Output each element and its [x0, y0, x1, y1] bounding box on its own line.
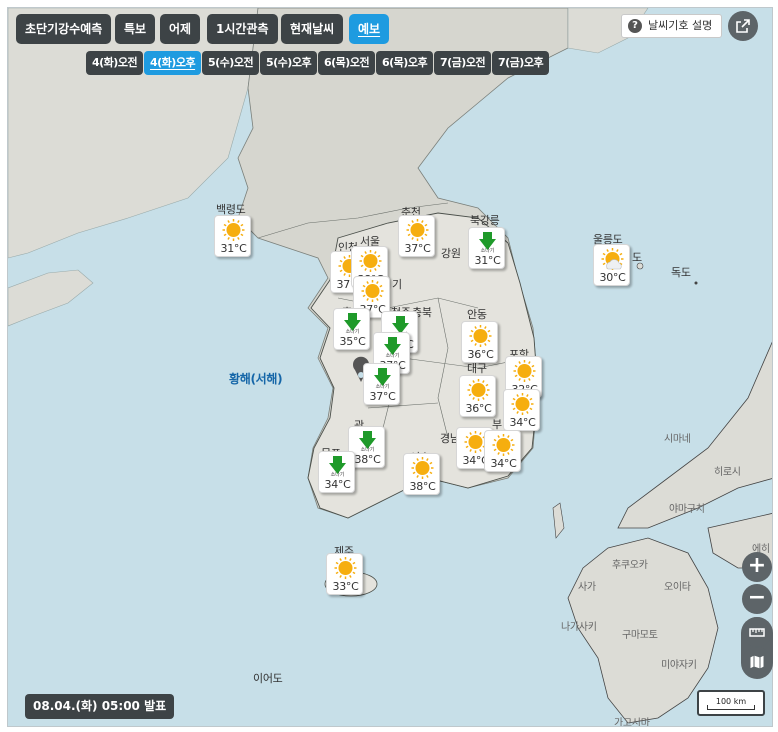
weather-map[interactable]: 황해(서해) 백령도 인천 서울 기 춘천 강원 북강릉 울릉도 도 독도 홍 … — [7, 7, 773, 727]
zoom-out-button[interactable]: − — [742, 584, 772, 614]
forecast-temperature: 33°C — [332, 580, 359, 593]
map-type-button-nowcast[interactable]: 초단기강수예측 — [16, 14, 112, 44]
forecast-card[interactable]: 38°C — [403, 453, 440, 495]
forecast-card[interactable]: 37°C — [398, 215, 435, 257]
forecast-card[interactable]: 36°C — [461, 321, 498, 363]
map-label-yellow-sea: 황해(서해) — [229, 372, 283, 386]
forecast-card[interactable]: 31°C — [214, 215, 251, 257]
time-button-4-pm[interactable]: 4(화)오후 — [144, 51, 202, 75]
map-label-ulleung-do: 도 — [632, 251, 642, 264]
scale-bar: 100 km — [697, 690, 765, 716]
forecast-temperature: 37°C — [369, 390, 396, 403]
map-label-oita: 오이타 — [664, 582, 691, 593]
sunny-icon — [334, 557, 357, 579]
sunny-icon — [469, 325, 492, 347]
forecast-temperature: 34°C — [509, 416, 536, 429]
forecast-card[interactable]: 34°C — [503, 389, 540, 431]
external-link-button[interactable] — [728, 11, 758, 41]
legend-button-label: 날씨기호 설명 — [648, 19, 713, 32]
map-label-gangwon: 강원 — [441, 247, 461, 260]
forecast-card[interactable]: 소나기 31°C — [468, 227, 505, 269]
question-icon: ? — [628, 19, 642, 33]
forecast-card[interactable]: 30°C — [593, 244, 630, 286]
map-label-andong: 안동 — [467, 308, 487, 321]
map-type-button-current[interactable]: 현재날씨 — [281, 14, 344, 44]
forecast-temperature: 36°C — [467, 348, 494, 361]
sunny-icon — [467, 379, 490, 401]
forecast-temperature: 36°C — [465, 402, 492, 415]
map-label-bukgangneung: 북강릉 — [470, 214, 500, 227]
map-label-nagasaki: 나가사키 — [561, 622, 597, 633]
time-button-5-am[interactable]: 5(수)오전 — [202, 51, 260, 75]
forecast-card[interactable]: 34°C — [484, 430, 521, 472]
forecast-card[interactable]: 소나기37°C — [363, 363, 400, 405]
map-label-shimane: 시마네 — [664, 434, 691, 445]
map-type-button-forecast[interactable]: 예보 — [349, 14, 390, 44]
forecast-temperature: 35°C — [339, 335, 366, 348]
forecast-card[interactable]: 36°C — [459, 375, 496, 417]
map-label-ieodo: 이어도 — [253, 672, 283, 685]
map-layers-button[interactable] — [742, 647, 772, 677]
ruler-icon — [749, 628, 765, 637]
map-label-fukuoka: 후쿠오카 — [612, 560, 648, 571]
sunny-icon — [359, 250, 382, 272]
forecast-temperature: 34°C — [490, 457, 517, 470]
map-label-kagoshima: 가고시마 — [614, 718, 650, 727]
forecast-temperature: 37°C — [404, 242, 431, 255]
time-button-6-am[interactable]: 6(목)오전 — [318, 51, 376, 75]
sunny-icon — [361, 280, 384, 302]
map-type-button-warnings[interactable]: 특보 — [115, 14, 156, 44]
time-button-5-pm[interactable]: 5(수)오후 — [260, 51, 318, 75]
map-label-saga: 사가 — [578, 582, 596, 593]
sunny-icon — [411, 457, 434, 479]
sunny-icon — [511, 393, 534, 415]
zoom-in-button[interactable]: + — [742, 552, 772, 582]
time-button-7-pm[interactable]: 7(금)오후 — [492, 51, 550, 75]
sunny-icon — [492, 434, 515, 456]
forecast-card[interactable]: 소나기 34°C — [318, 451, 355, 493]
forecast-temperature: 38°C — [409, 480, 436, 493]
map-label-hiroshima: 히로시 — [714, 467, 741, 478]
weather-symbol-legend-button[interactable]: ? 날씨기호 설명 — [621, 14, 723, 38]
map-icon — [749, 654, 765, 670]
forecast-temperature: 34°C — [324, 478, 351, 491]
issued-timestamp: 08.04.(화) 05:00 발표 — [25, 694, 175, 719]
sunny-icon — [513, 360, 536, 382]
forecast-card[interactable]: 소나기 35°C — [333, 308, 370, 350]
external-link-icon — [736, 19, 750, 33]
time-button-7-am[interactable]: 7(금)오전 — [434, 51, 492, 75]
sunny-icon — [222, 219, 245, 241]
map-label-miyazaki: 미야자키 — [661, 660, 697, 671]
ruler-button[interactable] — [742, 617, 772, 647]
time-button-4-am[interactable]: 4(화)오전 — [86, 51, 144, 75]
forecast-temperature: 31°C — [220, 242, 247, 255]
forecast-temperature: 30°C — [599, 271, 626, 284]
map-type-button-yesterday[interactable]: 어제 — [160, 14, 201, 44]
time-button-6-pm[interactable]: 6(목)오후 — [376, 51, 434, 75]
sunny-icon — [406, 219, 429, 241]
partly-cloudy-icon — [601, 248, 624, 270]
map-label-gyeonggi: 기 — [392, 278, 402, 291]
map-label-yamaguchi: 야마구치 — [669, 504, 705, 515]
forecast-temperature: 31°C — [474, 254, 501, 267]
forecast-card[interactable]: 33°C — [326, 553, 363, 595]
map-label-kumamoto: 구마모토 — [622, 630, 658, 641]
map-type-button-hourly-obs[interactable]: 1시간관측 — [207, 14, 278, 44]
map-label-dokdo: 독도 — [671, 266, 691, 279]
